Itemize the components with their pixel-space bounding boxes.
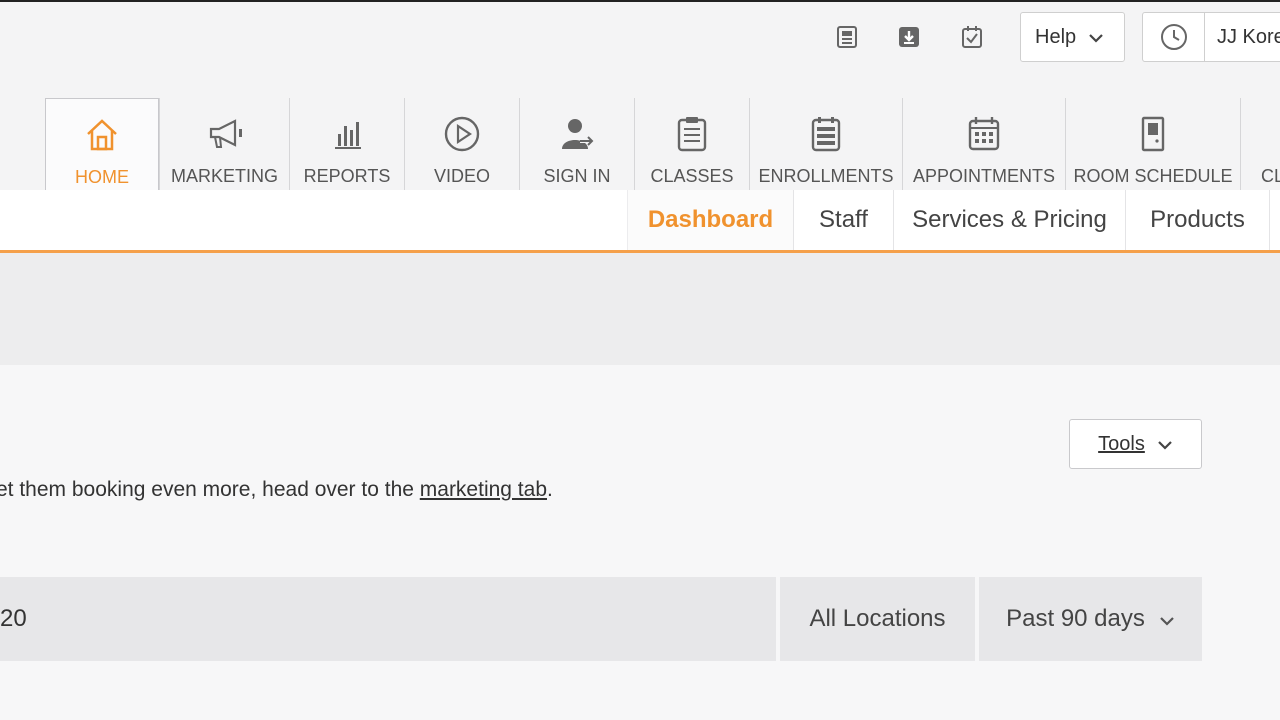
chevron-down-icon	[1157, 433, 1173, 456]
chevron-down-icon	[1159, 605, 1175, 633]
megaphone-icon	[205, 114, 245, 154]
nav-tab-label: REPORTS	[303, 166, 391, 186]
tools-dropdown[interactable]: Tools	[1069, 419, 1202, 469]
subtab-services-pricing[interactable]: Services & Pricing	[894, 190, 1126, 250]
subtab-label: Staff	[819, 206, 868, 233]
news-icon[interactable]	[834, 24, 860, 50]
user-signin-icon	[558, 114, 596, 154]
tools-label: Tools	[1098, 432, 1145, 455]
subtab-dashboard[interactable]: Dashboard	[627, 190, 794, 250]
subtab-products[interactable]: Products	[1126, 190, 1270, 250]
nav-tab-label: HOME	[75, 167, 129, 187]
nav-tab-label: SIGN IN	[543, 166, 611, 186]
sub-nav: Dashboard Staff Services & Pricing Produ…	[0, 190, 1280, 253]
bar-chart-icon	[329, 114, 365, 154]
nav-tab-label: CLASSES	[650, 166, 734, 186]
subtab-label: Services & Pricing	[912, 206, 1107, 233]
nav-tab-room-schedule[interactable]: ROOM SCHEDULE	[1065, 98, 1240, 193]
info-prefix: et them booking even more, head over to …	[0, 478, 420, 501]
checklist-icon[interactable]	[959, 24, 985, 50]
clock-icon[interactable]	[1143, 13, 1205, 61]
nav-tab-label: ROOM SCHEDULE	[1073, 166, 1233, 186]
nav-tab-marketing[interactable]: MARKETING	[159, 98, 289, 193]
nav-tab-reports[interactable]: REPORTS	[289, 98, 404, 193]
info-message: et them booking even more, head over to …	[0, 478, 553, 502]
nav-tab-label: CL	[1261, 166, 1280, 186]
user-name[interactable]: JJ Kore	[1205, 26, 1280, 49]
nav-tab-appointments[interactable]: APPOINTMENTS	[902, 98, 1065, 193]
nav-tab-enrollments[interactable]: ENROLLMENTS	[749, 98, 902, 193]
user-area: JJ Kore	[1142, 12, 1280, 62]
clients-icon	[1261, 114, 1280, 154]
info-suffix: .	[547, 478, 553, 501]
nav-tab-label: APPOINTMENTS	[912, 166, 1055, 186]
nav-tab-clients[interactable]: CL	[1240, 98, 1280, 193]
main-nav: HOME MARKETING REPORTS VIDEO SIGN IN CLA…	[0, 98, 1280, 194]
help-label: Help	[1035, 25, 1077, 48]
date-range-text: 20	[0, 605, 27, 632]
door-icon	[1138, 114, 1168, 154]
list-icon	[675, 114, 709, 154]
nav-tab-label: MARKETING	[170, 166, 278, 186]
play-icon	[443, 114, 481, 154]
nav-tab-sign-in[interactable]: SIGN IN	[519, 98, 634, 193]
subtab-label: Dashboard	[647, 206, 774, 233]
subtab-staff[interactable]: Staff	[794, 190, 894, 250]
enrollment-icon	[809, 114, 843, 154]
nav-tab-home[interactable]: HOME	[45, 98, 159, 194]
chevron-down-icon	[1088, 26, 1104, 49]
date-range-display: 20	[0, 577, 776, 661]
help-dropdown[interactable]: Help	[1020, 12, 1125, 62]
page-banner	[0, 253, 1280, 365]
range-label: Past 90 days	[1006, 605, 1145, 632]
range-filter[interactable]: Past 90 days	[979, 577, 1202, 661]
nav-tab-label: VIDEO	[433, 166, 490, 186]
home-icon	[83, 115, 121, 155]
download-icon[interactable]	[896, 24, 922, 50]
subtab-label: Products	[1150, 206, 1245, 233]
nav-tab-label: ENROLLMENTS	[758, 166, 894, 186]
location-label: All Locations	[809, 605, 946, 632]
header-area: Help JJ Kore HOME MARKETING REPORTS VIDE…	[0, 0, 1280, 194]
calendar-icon	[966, 114, 1002, 154]
marketing-tab-link[interactable]: marketing tab	[420, 478, 547, 501]
nav-tab-video[interactable]: VIDEO	[404, 98, 519, 193]
nav-tab-classes[interactable]: CLASSES	[634, 98, 749, 193]
location-filter[interactable]: All Locations	[780, 577, 975, 661]
